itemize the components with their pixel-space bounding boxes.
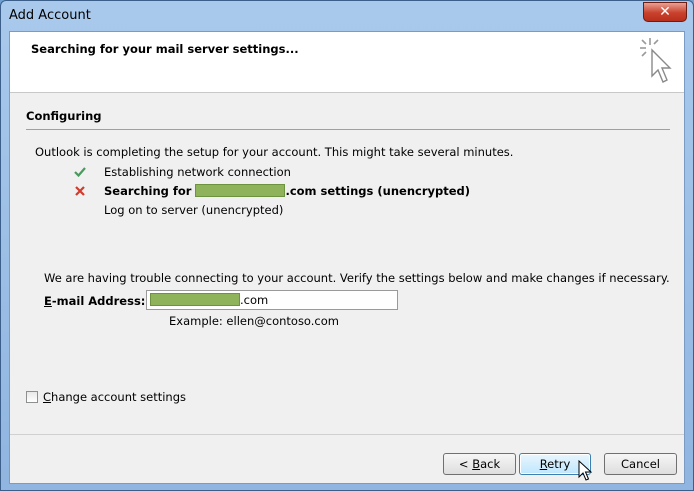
trouble-message: We are having trouble connecting to your… (44, 271, 670, 285)
section-divider (26, 129, 670, 130)
email-value-suffix: .com (240, 293, 269, 307)
step-search-settings: Searching for .com settings (unencrypted… (104, 183, 470, 199)
step-network: Establishing network connection (104, 164, 291, 180)
email-example: Example: ellen@contoso.com (169, 314, 339, 328)
click-cursor-icon (640, 38, 672, 83)
dialog-body: Searching for your mail server settings.… (9, 31, 685, 484)
section-title: Configuring (26, 109, 102, 123)
redacted-domain (195, 184, 286, 197)
email-label: E-mail Address: (44, 294, 146, 308)
footer-divider (10, 434, 684, 435)
error-x-icon (75, 186, 85, 196)
intro-text: Outlook is completing the setup for your… (35, 145, 514, 159)
change-account-settings-label[interactable]: Change account settings (43, 390, 186, 405)
step-label: Log on to server (unencrypted) (104, 203, 284, 217)
mouse-pointer-icon (578, 460, 592, 481)
close-icon: ✕ (659, 4, 671, 20)
redacted-email-user (150, 293, 240, 306)
step-logon: Log on to server (unencrypted) (104, 202, 283, 218)
step-label-prefix: Searching for (104, 184, 196, 198)
cancel-button[interactable]: Cancel (604, 453, 677, 475)
window-title: Add Account (9, 8, 91, 23)
title-bar[interactable]: Add Account ✕ (1, 1, 693, 31)
checkmark-icon (74, 167, 86, 178)
page-title: Searching for your mail server settings.… (31, 42, 299, 56)
step-label-suffix: .com settings (unencrypted) (285, 184, 471, 198)
change-account-settings-checkbox[interactable] (26, 391, 38, 403)
close-button[interactable]: ✕ (643, 2, 687, 22)
email-field[interactable]: .com (146, 290, 398, 310)
back-button[interactable]: < Back (443, 453, 516, 475)
add-account-window: Add Account ✕ Searching for your mail se… (0, 0, 694, 491)
step-label: Establishing network connection (104, 165, 291, 179)
header-panel: Searching for your mail server settings.… (10, 32, 684, 93)
